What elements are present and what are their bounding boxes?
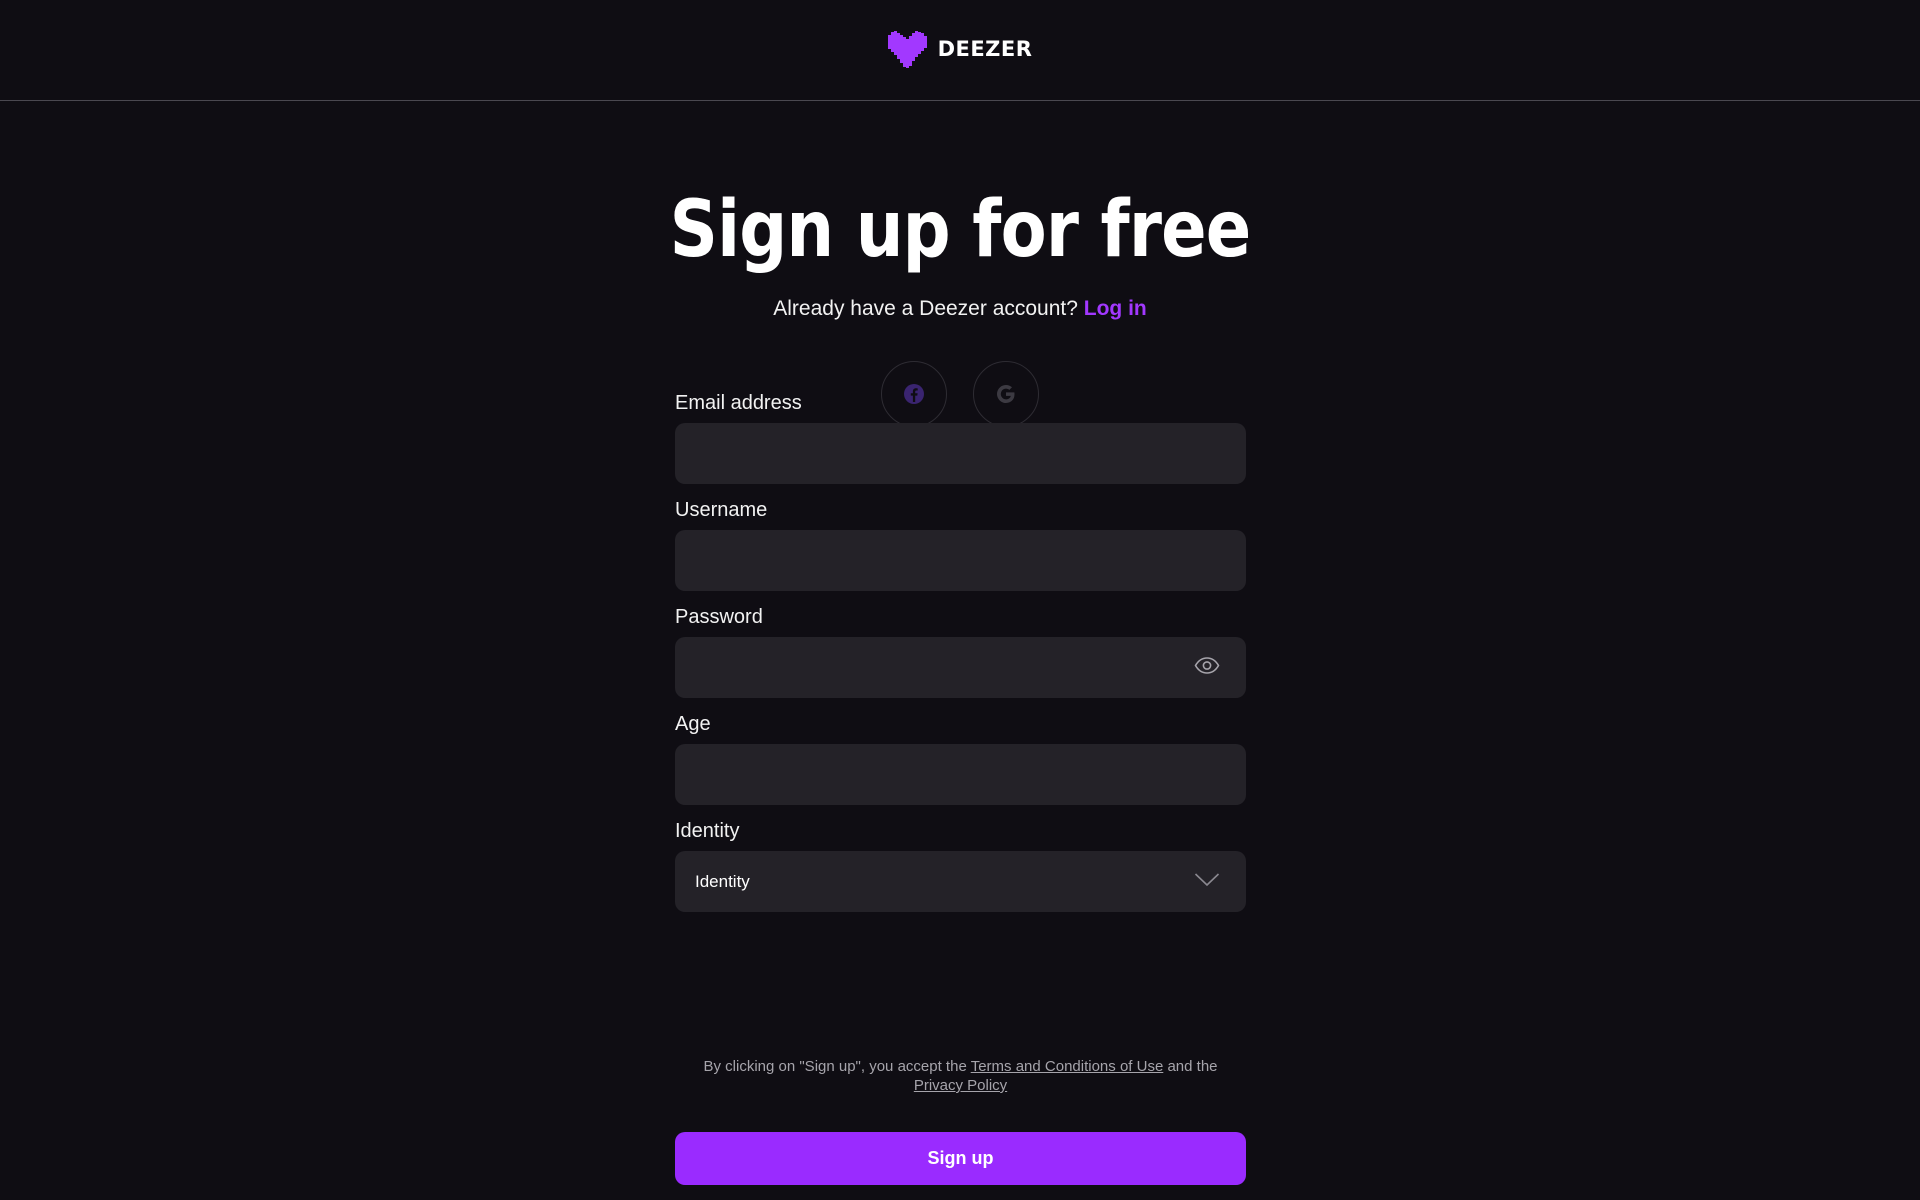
age-label: Age bbox=[675, 713, 711, 735]
email-group: Email address bbox=[675, 392, 1246, 484]
password-label: Password bbox=[675, 606, 763, 628]
page-title: Sign up for free bbox=[669, 185, 1252, 275]
chevron-down-icon bbox=[1194, 872, 1220, 886]
identity-selected-value: Identity bbox=[695, 871, 750, 891]
password-group: Password bbox=[675, 606, 1246, 698]
signup-form: Email address Username Password Age Iden… bbox=[675, 392, 1246, 927]
privacy-link[interactable]: Privacy Policy bbox=[914, 1077, 1007, 1094]
username-group: Username bbox=[675, 499, 1246, 591]
email-field[interactable] bbox=[675, 423, 1246, 484]
login-prompt: Already have a Deezer account? bbox=[773, 297, 1078, 320]
signup-button[interactable]: Sign up bbox=[675, 1132, 1246, 1185]
legal-notice: By clicking on "Sign up", you accept the… bbox=[640, 1057, 1281, 1095]
top-bar: DEEZER bbox=[0, 0, 1920, 101]
deezer-heart-icon bbox=[887, 31, 927, 68]
show-password-toggle[interactable] bbox=[1194, 656, 1220, 679]
identity-dropdown-toggle[interactable] bbox=[1194, 871, 1220, 892]
age-field[interactable] bbox=[675, 744, 1246, 805]
username-field[interactable] bbox=[675, 530, 1246, 591]
login-prompt-row: Already have a Deezer account? Log in bbox=[0, 297, 1920, 321]
eye-icon bbox=[1194, 656, 1220, 674]
identity-select[interactable]: Identity bbox=[675, 851, 1246, 912]
login-link[interactable]: Log in bbox=[1084, 297, 1147, 320]
identity-label: Identity bbox=[675, 820, 740, 842]
password-field[interactable] bbox=[675, 637, 1246, 698]
username-label: Username bbox=[675, 499, 768, 521]
deezer-logo[interactable]: DEEZER bbox=[887, 30, 1033, 68]
brand-name: DEEZER bbox=[937, 37, 1033, 61]
legal-prefix: By clicking on "Sign up", you accept the bbox=[703, 1058, 967, 1075]
age-group: Age bbox=[675, 713, 1246, 805]
email-label: Email address bbox=[675, 392, 802, 414]
legal-and: and the bbox=[1167, 1058, 1218, 1075]
terms-link[interactable]: Terms and Conditions of Use bbox=[971, 1058, 1164, 1075]
identity-group: Identity Identity bbox=[675, 820, 1246, 912]
